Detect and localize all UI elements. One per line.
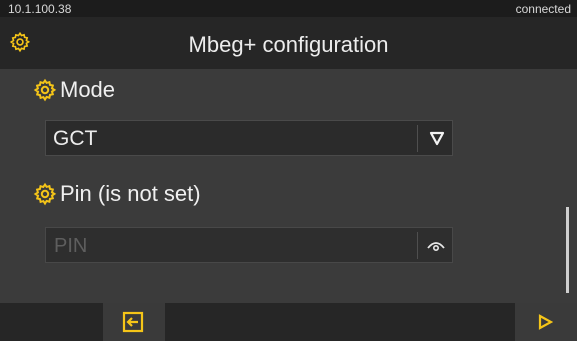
config-form: Mode GCT Pin (is not set) [0, 69, 577, 303]
status-bar: 10.1.100.38 connected [0, 0, 577, 17]
mode-select[interactable]: GCT [45, 120, 453, 156]
dropdown-arrow-icon[interactable] [429, 130, 445, 146]
pin-field[interactable] [45, 227, 453, 263]
page-title: Mbeg+ configuration [188, 32, 389, 57]
scrollbar[interactable] [566, 207, 569, 293]
mode-selected-value: GCT [53, 127, 98, 150]
mode-label: Mode [33, 77, 115, 103]
pin-label: Pin (is not set) [33, 181, 201, 207]
next-button[interactable] [515, 303, 577, 341]
mode-label-text: Mode [60, 77, 116, 102]
title-bar: Mbeg+ configuration [0, 17, 577, 69]
play-icon [538, 314, 553, 330]
gear-icon [33, 182, 57, 206]
exit-icon [122, 311, 144, 333]
pin-label-text: Pin (is not set) [60, 181, 201, 206]
divider [417, 232, 418, 259]
gear-icon [33, 78, 57, 102]
pin-input[interactable] [52, 232, 416, 260]
ip-address: 10.1.100.38 [8, 2, 72, 16]
bottom-bar [0, 303, 577, 341]
divider [417, 125, 418, 152]
back-button[interactable] [103, 303, 165, 341]
connection-status: connected [515, 2, 571, 16]
eye-icon[interactable] [426, 237, 446, 253]
